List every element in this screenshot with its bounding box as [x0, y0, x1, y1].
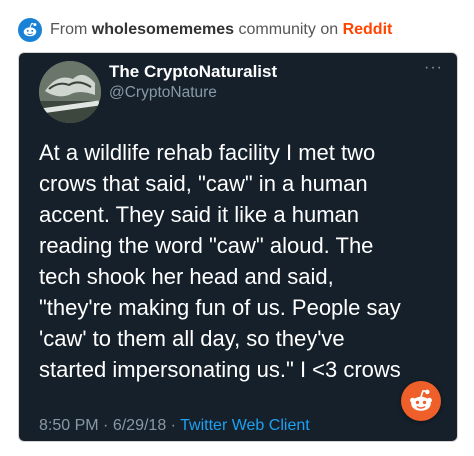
tweet-time: 8:50 PM: [39, 417, 99, 434]
tweet-date: 6/29/18: [112, 417, 167, 434]
community-link[interactable]: wholesomememes: [92, 21, 234, 38]
reddit-logo-icon[interactable]: [18, 18, 42, 42]
tweet-screenshot: The CryptoNaturalist @CryptoNature ··· A…: [19, 53, 457, 441]
more-icon: ···: [424, 59, 443, 76]
author-name: The CryptoNaturalist: [109, 62, 278, 81]
author-handle: @CryptoNature: [109, 84, 217, 101]
meta-separator: ·: [170, 417, 176, 434]
source-bar: From wholesomememes community on Reddit: [18, 16, 392, 44]
reddit-embed: From wholesomememes community on Reddit …: [0, 0, 474, 456]
source-middle: community on: [238, 21, 339, 38]
source-text: From wholesomememes community on Reddit: [50, 21, 392, 39]
meta-separator: ·: [103, 417, 109, 434]
tweet-meta: 8:50 PM · 6/29/18 · Twitter Web Client: [39, 417, 310, 435]
reddit-link[interactable]: Reddit: [343, 21, 393, 38]
tweet-client: Twitter Web Client: [180, 417, 310, 434]
post-card[interactable]: The CryptoNaturalist @CryptoNature ··· A…: [18, 52, 458, 442]
source-prefix: From: [50, 21, 88, 38]
reddit-snoo-icon[interactable]: [401, 381, 441, 421]
avatar: [39, 61, 101, 123]
tweet-text: At a wildlife rehab facility I met two c…: [39, 140, 401, 382]
